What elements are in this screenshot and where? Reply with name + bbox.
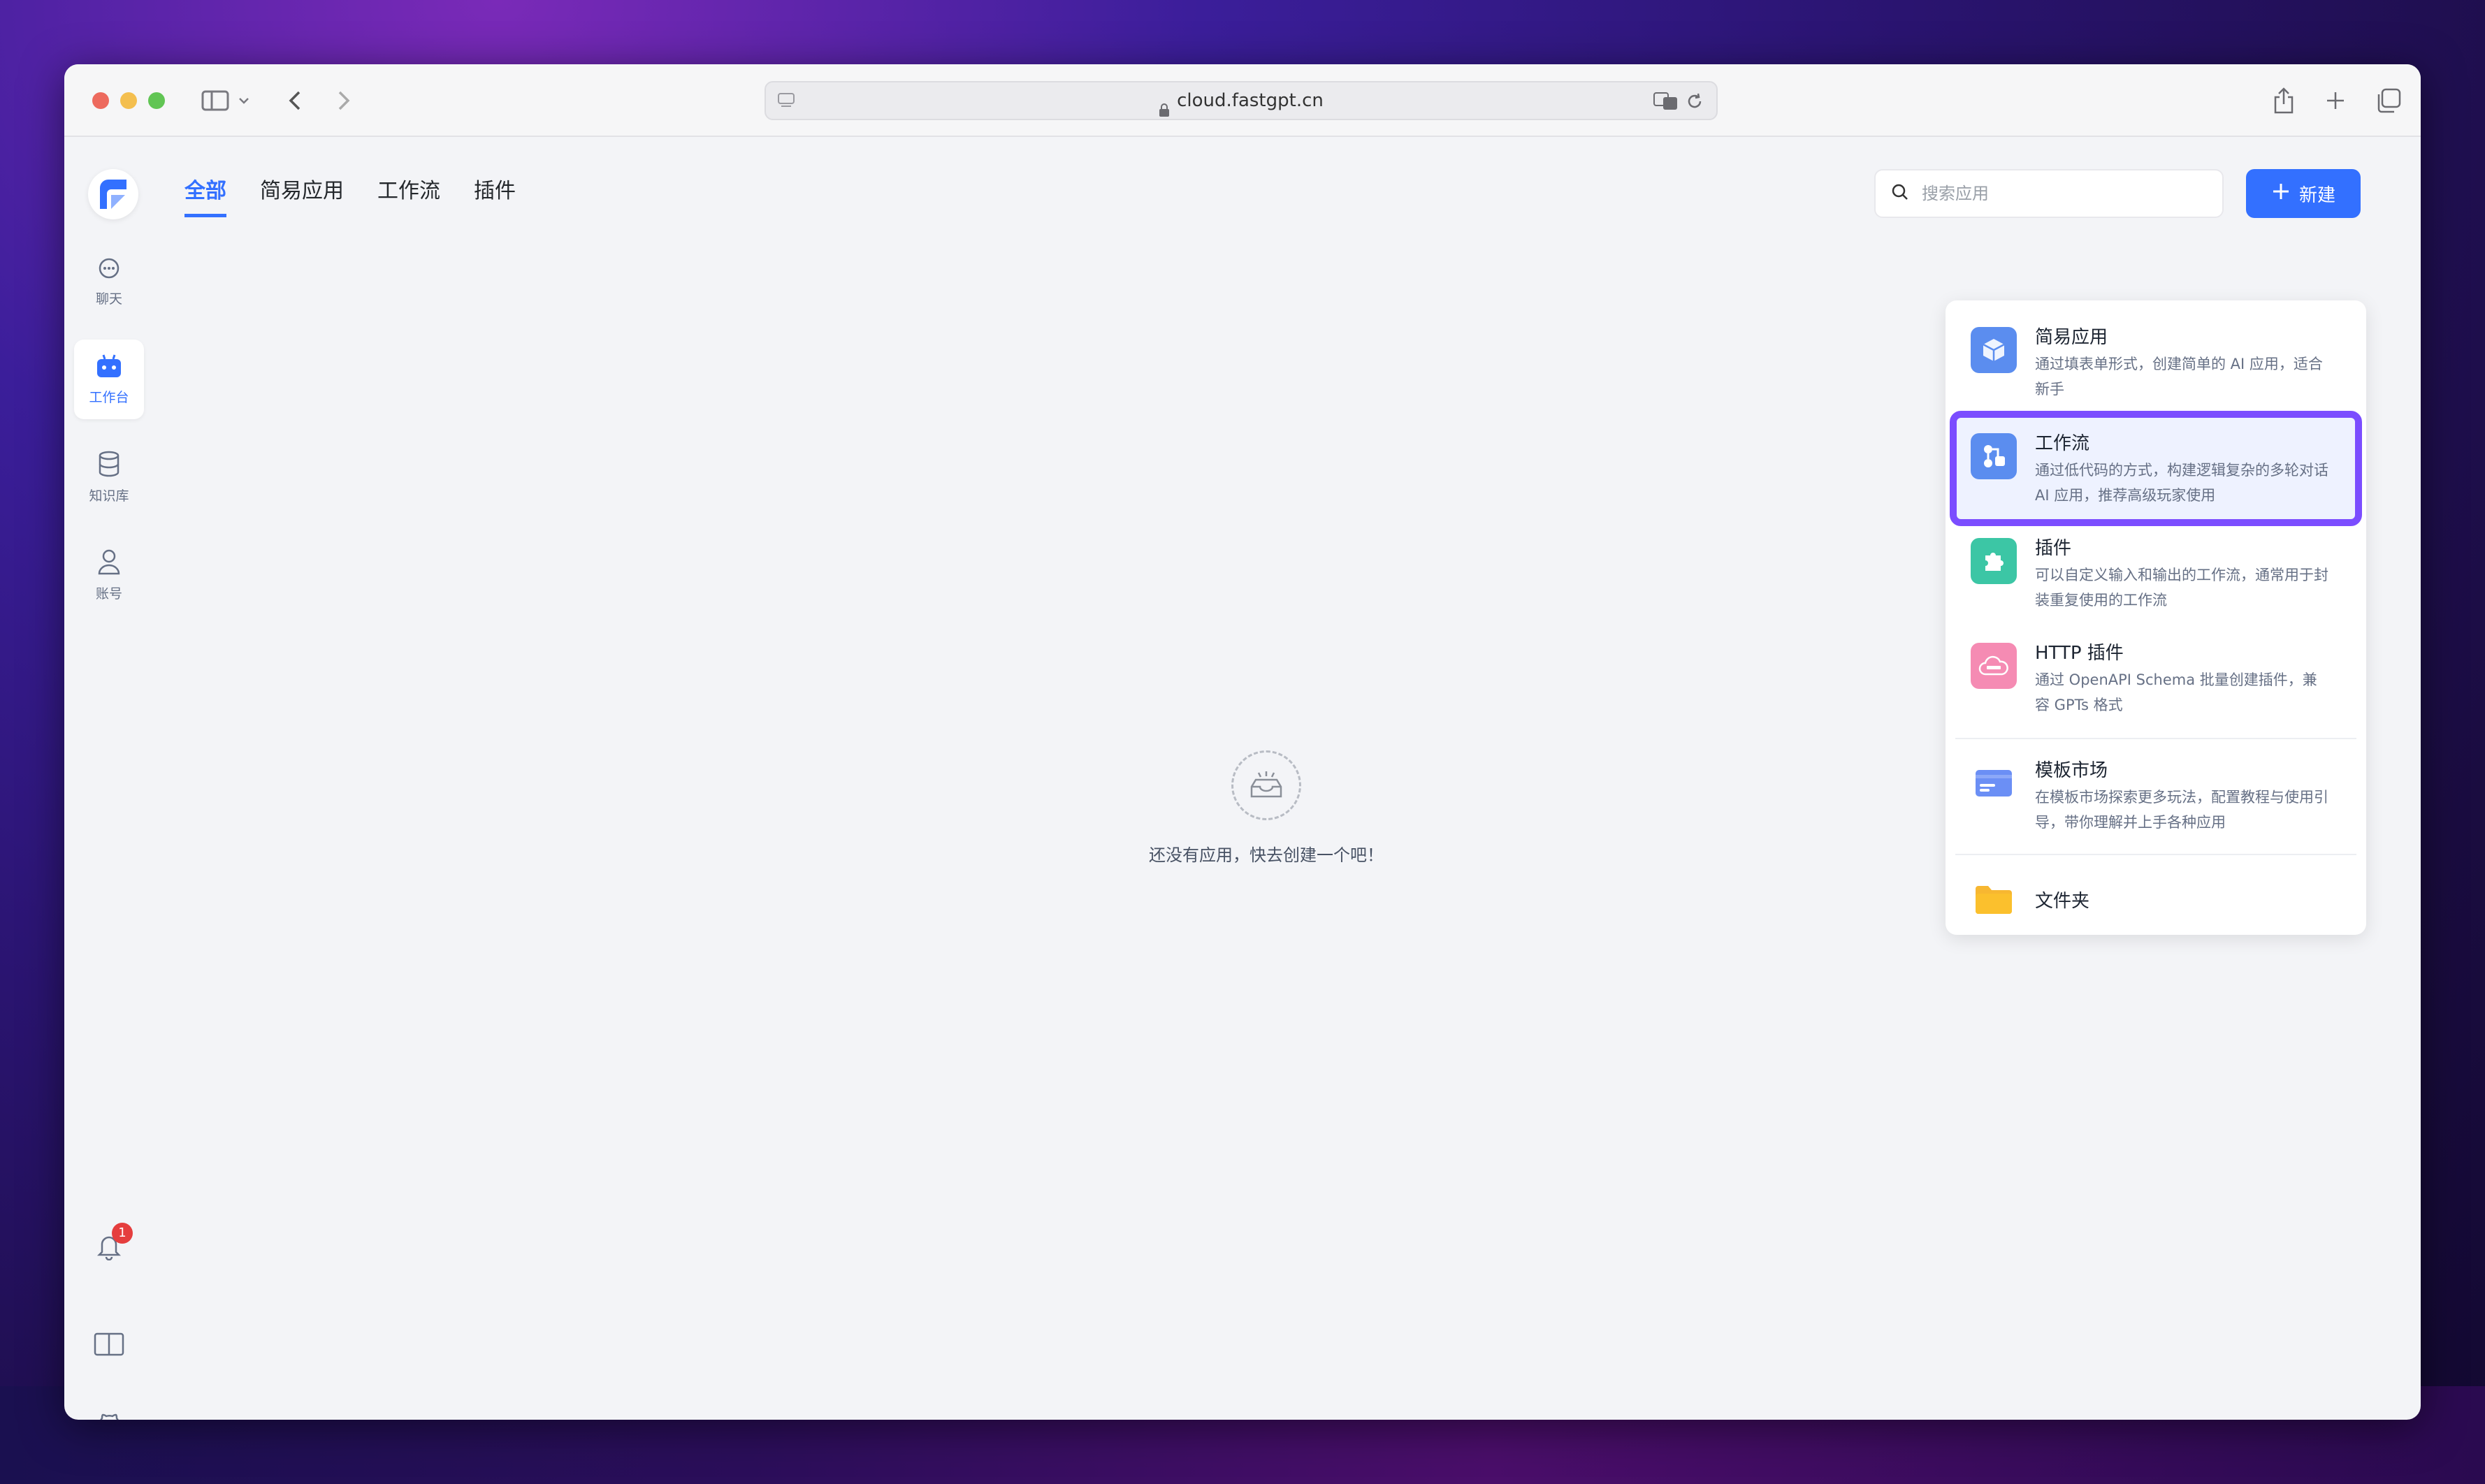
robot-icon: [95, 354, 123, 381]
user-icon: [96, 548, 122, 578]
menu-item-title: 工作流: [2035, 433, 2090, 454]
folder-icon: [1971, 876, 2017, 922]
tab-simple-app[interactable]: 简易应用: [260, 173, 344, 217]
template-card-icon: [1971, 760, 2017, 806]
chevron-down-icon[interactable]: [233, 82, 254, 119]
forward-icon[interactable]: [326, 82, 362, 119]
address-bar[interactable]: cloud.fastgpt.cn: [765, 81, 1718, 120]
menu-item-desc: 通过 OpenAPI Schema 批量创建插件，兼容 GPTs 格式: [2035, 671, 2317, 713]
menu-item-http-plugin[interactable]: HTTP 插件 通过 OpenAPI Schema 批量创建插件，兼容 GPTs…: [1955, 626, 2356, 730]
app-type-tabs: 全部 简易应用 工作流 插件: [184, 173, 516, 217]
search-box[interactable]: [1874, 169, 2224, 218]
github-icon[interactable]: [91, 1409, 127, 1420]
create-app-menu: 简易应用 通过填表单形式，创建简单的 AI 应用，适合新手 工作流 通过低代码的…: [1946, 300, 2366, 935]
tab-all[interactable]: 全部: [184, 173, 226, 217]
puzzle-icon: [1971, 538, 2017, 584]
menu-item-desc: 通过填表单形式，创建简单的 AI 应用，适合新手: [2035, 356, 2323, 398]
reload-icon[interactable]: [1686, 92, 1704, 113]
sidebar-item-label: 聊天: [95, 291, 122, 307]
menu-item-template-market[interactable]: 模板市场 在模板市场探索更多玩法，配置教程与使用引导，带你理解并上手各种应用: [1955, 743, 2356, 848]
menu-item-plugin[interactable]: 插件 可以自定义输入和输出的工作流，通常用于封装重复使用的工作流: [1955, 521, 2356, 625]
zoom-window-button[interactable]: [148, 92, 165, 109]
sidebar-item-label: 知识库: [89, 488, 129, 504]
browser-window: cloud.fastgpt.cn 聊天 工作台 知识库 账号 1 全部 简易应用…: [64, 64, 2421, 1420]
tab-overview-icon[interactable]: [2370, 82, 2407, 119]
browser-toolbar: cloud.fastgpt.cn: [64, 64, 2421, 137]
menu-item-workflow[interactable]: 工作流 通过低代码的方式，构建逻辑复杂的多轮对话 AI 应用，推荐高级玩家使用: [1950, 411, 2362, 526]
workflow-icon: [1971, 433, 2017, 479]
url-text: cloud.fastgpt.cn: [1177, 90, 1324, 111]
new-button-label: 新建: [2298, 184, 2335, 206]
menu-item-title: 简易应用: [2035, 327, 2108, 348]
sidebar-toggle-icon[interactable]: [197, 82, 233, 119]
tab-plugin[interactable]: 插件: [474, 173, 516, 217]
menu-item-title: 插件: [2035, 538, 2072, 559]
lock-icon: [1159, 94, 1170, 117]
notification-bell-icon[interactable]: 1: [91, 1223, 133, 1265]
menu-item-title: 模板市场: [2035, 760, 2108, 781]
http-cloud-icon: [1971, 643, 2017, 689]
empty-inbox-icon: [1231, 750, 1301, 820]
fastgpt-logo[interactable]: [88, 169, 138, 219]
cube-icon: [1971, 327, 2017, 373]
notification-badge: 1: [112, 1223, 133, 1244]
new-app-button[interactable]: 新建: [2246, 169, 2361, 218]
close-window-button[interactable]: [92, 92, 109, 109]
sidebar: 聊天 工作台 知识库 账号 1: [64, 137, 155, 1420]
back-icon[interactable]: [277, 82, 313, 119]
menu-divider: [1955, 738, 2356, 739]
chat-icon: [97, 256, 121, 283]
menu-item-desc: 在模板市场探索更多玩法，配置教程与使用引导，带你理解并上手各种应用: [2035, 789, 2328, 831]
sidebar-item-label: 工作台: [89, 389, 129, 405]
empty-state: 还没有应用，快去创建一个吧！: [1126, 750, 1406, 866]
database-icon: [97, 451, 121, 480]
sidebar-item-label: 账号: [95, 585, 122, 602]
menu-item-simple-app[interactable]: 简易应用 通过填表单形式，创建简单的 AI 应用，适合新手: [1955, 310, 2356, 414]
sidebar-item-chat[interactable]: 聊天: [74, 242, 144, 321]
sidebar-item-knowledge-base[interactable]: 知识库: [74, 437, 144, 517]
search-icon: [1891, 183, 1909, 204]
menu-divider: [1955, 854, 2356, 855]
plus-icon: [2271, 182, 2291, 206]
minimize-window-button[interactable]: [120, 92, 137, 109]
translate-icon[interactable]: [1653, 92, 1679, 113]
share-icon[interactable]: [2266, 82, 2302, 119]
sidebar-item-workbench[interactable]: 工作台: [74, 340, 144, 419]
docs-book-icon[interactable]: [91, 1326, 127, 1362]
empty-state-text: 还没有应用，快去创建一个吧！: [1149, 845, 1384, 865]
menu-item-title: HTTP 插件: [2035, 643, 2124, 664]
app-content: 聊天 工作台 知识库 账号 1 全部 简易应用 工作流 插件 搜索应用 新建 还…: [64, 137, 2421, 1420]
menu-item-desc: 可以自定义输入和输出的工作流，通常用于封装重复使用的工作流: [2035, 567, 2328, 609]
search-input[interactable]: [1922, 184, 2201, 203]
tab-workflow[interactable]: 工作流: [377, 173, 440, 217]
menu-item-title: 文件夹: [2035, 890, 2090, 912]
menu-item-folder[interactable]: 文件夹: [1955, 864, 2356, 935]
new-tab-icon[interactable]: [2317, 82, 2354, 119]
menu-item-desc: 通过低代码的方式，构建逻辑复杂的多轮对话 AI 应用，推荐高级玩家使用: [2035, 462, 2328, 504]
sidebar-item-account[interactable]: 账号: [74, 535, 144, 615]
